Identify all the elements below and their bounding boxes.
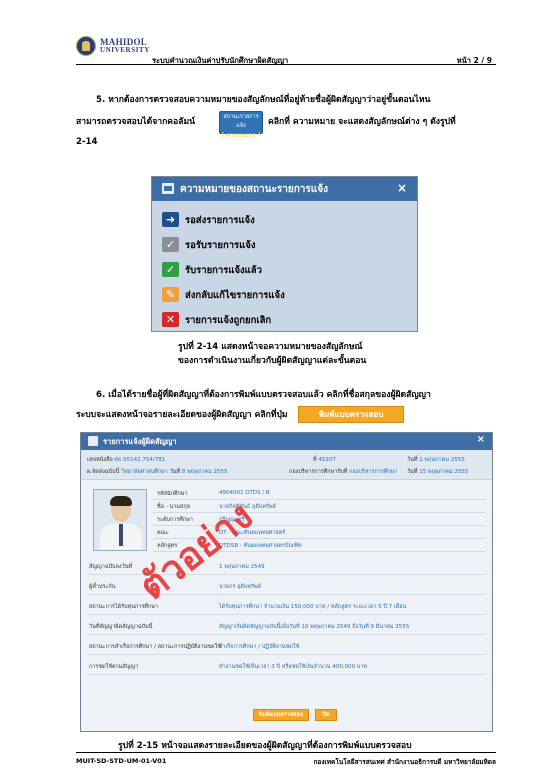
close-icon[interactable]: ×	[397, 181, 407, 195]
legend-item: ✕ รายการแจ้งถูกยกเลิก	[162, 311, 412, 329]
detail-label: วันที่สัญญาผิดสัญญาฉบับนี้	[89, 624, 153, 630]
check-grey-icon: ✓	[162, 237, 179, 252]
status-meaning-button[interactable]: สถานะรายการแจ้ง ( ความหมาย )	[219, 111, 263, 139]
legend-item-label: รอส่งรายการแจ้ง	[185, 215, 255, 226]
contract-detail-row: วันที่สัญญาผิดสัญญาฉบับนี้ สัญญาเริ่มผิดส…	[87, 617, 486, 635]
detail-dialog-titlebar: รายการแจ้งผู้ผิดสัญญา ×	[81, 433, 492, 450]
university-seal-icon	[76, 36, 96, 56]
sender-info: ผ.จัดส่งฉบับนี้ วิทยาลัยศาสนศึกษา วันที่…	[87, 469, 228, 475]
legend-dialog-title: ความหมายของสถานะรายการแจ้ง	[180, 184, 328, 195]
detail-value: ได้รับทุนการศึกษา จำนวนเงิน 150,000 บาท …	[219, 604, 407, 610]
doc-date: วันที่ 1 พฤษภาคม 2555	[407, 457, 465, 463]
step6-line1: 6. เมื่อได้รายชื่อผู้ที่ผิดสัญญาที่ต้องก…	[96, 390, 431, 400]
logo-text-university: UNIVERSITY	[100, 46, 150, 54]
document-code: MUIT-SD-STD-UM-01-V01	[76, 757, 167, 765]
system-title: ระบบคำนวณเงินค่าปรับนักศึกษาผิดสัญญา	[152, 56, 289, 65]
detail-label: สถานะการได้รับทุนการศึกษา	[89, 604, 158, 610]
print-check-form-button-sample[interactable]: พิมพ์แบบตรวจสอบ	[298, 406, 404, 423]
detail-value: นายกร อุดีบทรัพย์	[219, 584, 261, 590]
detail-dialog-title: รายการแจ้งผู้ผิดสัญญา	[103, 437, 177, 446]
page-header: MAHIDOL UNIVERSITY ระบบคำนวณเงินค่าปรับน…	[76, 36, 496, 66]
legend-item: ✓ รับรายการแจ้งแล้ว	[162, 261, 412, 279]
student-field-row: รหัสนักศึกษา 4904002 DTDS / B	[153, 487, 486, 500]
legend-item-label: ส่งกลับแก้ไขรายการแจ้ง	[185, 290, 285, 301]
figure-2-14-caption-line1: รูปที่ 2-14 แสดงหน้าจอความหมายของสัญลักษ…	[178, 342, 363, 352]
figure-2-14-caption-line2: ของการดำเนินงานเกี่ยวกับผู้ผิดสัญญาแต่ละ…	[178, 356, 367, 366]
print-check-form-button[interactable]: พิมพ์แบบตรวจสอบ	[253, 709, 309, 721]
check-green-icon: ✓	[162, 262, 179, 277]
legend-dialog-titlebar: ความหมายของสถานะรายการแจ้ง ×	[152, 177, 417, 201]
cross-icon: ✕	[162, 312, 179, 327]
step5-line2b: คลิกที่ ความหมาย จะแสดงสัญลักษณ์ต่าง ๆ ด…	[268, 117, 456, 127]
detail-value: สำเร็จการศึกษา / ปฏิบัติงานชดใช้	[219, 644, 300, 650]
page-number: หน้า 2 / 9	[456, 56, 492, 65]
contract-detail-row: การชดใช้ตามสัญญา ทำงานชดใช้เป็นเวลา 3 ปี …	[87, 657, 486, 675]
arrow-right-icon: ➜	[162, 212, 179, 227]
close-icon[interactable]: ×	[477, 434, 485, 445]
detail-value: ทำงานชดใช้เป็นเวลา 3 ปี หรือชดใช้เงินจำน…	[219, 664, 368, 670]
field-label: รหัสนักศึกษา	[157, 491, 188, 497]
detail-value: สัญญาเริ่มผิดสัญญาฉบับนี้เมื่อวันที่ 10 …	[219, 624, 410, 630]
dialog-window-icon	[88, 436, 98, 446]
legend-item: ✓ รอรับรายการแจ้ง	[162, 236, 412, 254]
footer-rule	[76, 752, 496, 753]
dialog-window-icon	[162, 183, 174, 194]
step5-line1: 5. หากต้องการตรวจสอบความหมายของสัญลักษณ์…	[96, 95, 431, 105]
detail-label: สถานะการสำเร็จการศึกษา / สถานะการปฏิบัติ…	[89, 644, 221, 650]
detail-label: ผู้ค้ำประกัน	[89, 584, 116, 590]
student-photo	[93, 489, 147, 551]
close-button[interactable]: ปิด	[315, 709, 337, 721]
legend-item-label: รอรับรายการแจ้ง	[185, 240, 256, 251]
doc-no: เลขหนังสือ ศธ 05142.754/781	[87, 457, 166, 463]
status-legend-dialog: ความหมายของสถานะรายการแจ้ง × ➜ รอส่งรายกา…	[151, 176, 418, 332]
document-info-bar: เลขหนังสือ ศธ 05142.754/781 ที่ 45207 วั…	[81, 450, 492, 480]
detail-label: การชดใช้ตามสัญญา	[89, 664, 139, 670]
received-date: วันที่ 15 พฤษภาคม 2555	[407, 469, 469, 475]
field-label: ชื่อ - นามสกุล	[157, 504, 191, 510]
step5-line2a: สามารถตรวจสอบได้จากคอลัมน์	[76, 117, 195, 127]
receiver-info: กองบริหารการศึกษารับที่ กองบริหารการศึกษ…	[289, 469, 398, 475]
contract-detail-row: สถานะการสำเร็จการศึกษา / สถานะการปฏิบัติ…	[87, 637, 486, 655]
figure-2-15-caption: รูปที่ 2-15 หน้าจอแสดงรายละเอียดของผู้ผิ…	[118, 741, 412, 751]
organization-name: กองเทคโนโลยีสารสนเทศ สำนักงานอธิการบดี ม…	[313, 758, 497, 766]
step6-line2: ระบบจะแสดงหน้าจอรายละเอียดของผู้ผิดสัญญา…	[76, 410, 288, 420]
header-rule	[76, 64, 496, 65]
contract-detail-row: สถานะการได้รับทุนการศึกษา ได้รับทุนการศึก…	[87, 597, 486, 615]
step5-line3: 2-14	[76, 137, 98, 147]
legend-item-label: รับรายการแจ้งแล้ว	[185, 265, 262, 276]
status-meaning-label: สถานะรายการแจ้ง	[223, 114, 259, 129]
legend-item-label: รายการแจ้งถูกยกเลิก	[185, 315, 272, 326]
pencil-icon: ✎	[162, 287, 179, 302]
legend-item: ✎ ส่งกลับแก้ไขรายการแจ้ง	[162, 286, 412, 304]
doc-ref: ที่ 45207	[313, 457, 336, 463]
legend-item: ➜ รอส่งรายการแจ้ง	[162, 211, 412, 229]
status-meaning-link: ( ความหมาย )	[221, 132, 261, 139]
